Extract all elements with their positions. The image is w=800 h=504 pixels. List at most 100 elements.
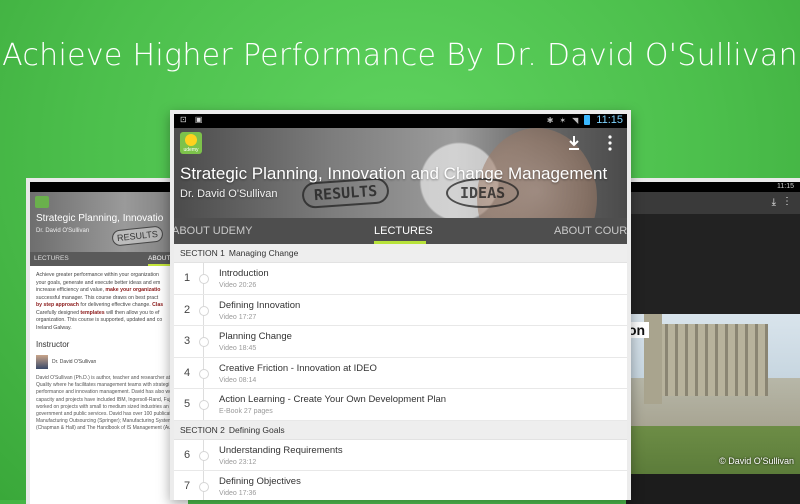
udemy-app-icon[interactable]: udemy [180, 132, 202, 154]
course-author: Dr. David O'Sullivan [180, 188, 278, 200]
tab-about-course[interactable]: ABOUT COURSE [554, 225, 627, 237]
vibrate-icon: ✶ [559, 115, 567, 125]
desc-line: increase efficiency and value, make your… [36, 287, 182, 295]
lecture-number: 3 [184, 335, 191, 347]
lecture-meta: Video 17:36 [219, 490, 257, 497]
lecture-meta: Video 17:27 [219, 313, 257, 321]
progress-dot-icon [199, 305, 209, 316]
desc-emphasis: by step approach [36, 302, 79, 308]
instructor-heading: Instructor [36, 340, 70, 349]
left-course-title: Strategic Planning, Innovatio [36, 213, 164, 224]
status-bar: ⊡ ▣ ✱ ✶ ◥ 11:15 [174, 114, 627, 128]
lecture-meta: Video 08:14 [219, 376, 257, 384]
desc-text: Carefully designed [36, 309, 79, 316]
section-number: SECTION 2 [180, 424, 225, 435]
progress-dot-icon [199, 368, 209, 379]
overflow-menu-icon[interactable] [607, 134, 613, 152]
instructor-row[interactable]: Dr. David O'Sullivan [36, 355, 182, 369]
section-title: Defining Goals [228, 424, 285, 435]
university-photo: on © David O'Sullivan [626, 314, 800, 474]
lecture-meta: Video 20:26 [219, 282, 257, 289]
lecture-list: SECTION 1 Managing Change 1 Introduction Vid… [174, 244, 627, 500]
instructor-bio: David O'Sullivan (Ph.D.) is author, teac… [36, 375, 182, 433]
desc-text: increase efficiency and value, [36, 287, 104, 293]
bio-line: Manufacturing Outsourcing (Springer); Ma… [36, 418, 173, 425]
lecture-number: 1 [184, 272, 191, 284]
progress-dot-icon [199, 337, 209, 347]
left-course-header: Strategic Planning, Innovatio Dr. David … [30, 192, 188, 252]
status-right: ✱ ✶ ◥ 11:15 [547, 114, 623, 126]
lecture-number: 2 [184, 303, 191, 316]
building-image [658, 324, 768, 396]
desc-emphasis: make your organizatio [105, 287, 161, 293]
left-tab-bar: LECTURES ABOUT C [30, 252, 188, 266]
right-tablet-preview: 11:15 ⤓ ⋮ on © David O'Sullivan [626, 178, 800, 504]
lecture-number: 7 [184, 480, 191, 492]
desc-line: your goals, generate and execute better … [36, 279, 161, 286]
desc-line: successful manager. This course draws on… [36, 294, 159, 301]
lecture-row[interactable]: 7 Defining Objectives Video 17:36 [174, 471, 627, 500]
lecture-row[interactable]: 1 Introduction Video 20:26 [174, 263, 627, 295]
lecture-title: Defining Innovation [219, 299, 301, 311]
desc-emphasis: templates [80, 309, 105, 316]
lecture-meta: Video 18:45 [219, 345, 257, 352]
lecture-meta: Video 23:12 [219, 458, 257, 466]
download-icon[interactable] [567, 134, 581, 152]
lecture-meta: E-Book 27 pages [219, 408, 273, 415]
progress-dot-icon [199, 482, 209, 492]
course-description: Achieve greater performance within your … [36, 272, 182, 332]
download-icon[interactable]: ⤓ [772, 197, 776, 208]
desc-line: Carefully designed templates will then a… [36, 310, 182, 318]
battery-icon [584, 115, 591, 125]
desc-text: will then allow you to ef [106, 309, 160, 316]
lecture-title: Introduction [219, 268, 269, 279]
bluetooth-icon: ✱ [546, 115, 554, 125]
bio-line: capacity and projects have included IBM,… [36, 396, 172, 403]
section-header: SECTION 2 Defining Goals [174, 420, 627, 440]
left-status-bar [30, 182, 188, 192]
lecture-title: Creative Friction - Innovation at IDEO [219, 362, 377, 374]
right-action-bar: ⤓ ⋮ [626, 192, 800, 214]
left-about-content: Achieve greater performance within your … [30, 266, 188, 504]
progress-dot-icon [199, 274, 209, 284]
notification-icons: ⊡ ▣ [180, 115, 206, 124]
lecture-row[interactable]: 6 Understanding Requirements Video 23:12 [174, 439, 627, 471]
main-tablet: ⊡ ▣ ✱ ✶ ◥ 11:15 RESULTS IDEAS udemy Stra… [170, 110, 631, 500]
instructor-name: Dr. David O'Sullivan [52, 359, 97, 365]
overflow-menu-icon[interactable]: ⋮ [782, 196, 792, 207]
right-status-bar: 11:15 [626, 182, 800, 192]
left-tab-lectures[interactable]: LECTURES [34, 255, 69, 262]
course-header: RESULTS IDEAS udemy Strategic Planning, … [174, 128, 627, 218]
lecture-title: Planning Change [219, 331, 292, 342]
bio-line: government and public services. David ha… [36, 411, 171, 418]
lecture-row[interactable]: 3 Planning Change Video 18:45 [174, 326, 627, 358]
tab-lectures[interactable]: LECTURES [374, 225, 433, 237]
lecture-number: 4 [184, 366, 191, 379]
bio-line: performance and innovation management. D… [36, 389, 172, 396]
desc-line: organization. This course is supported, … [36, 317, 163, 323]
app-logo-icon [35, 196, 49, 208]
instructor-avatar [36, 355, 48, 369]
lecture-row[interactable]: 2 Defining Innovation Video 17:27 [174, 294, 627, 326]
bio-line: Quality where he facilitates management … [36, 382, 170, 389]
lecture-row[interactable]: 5 Action Learning - Create Your Own Devel… [174, 389, 627, 421]
tab-bar: ABOUT UDEMY LECTURES ABOUT COURSE [174, 218, 627, 244]
desc-text: for delivering effective change. [80, 302, 151, 308]
desc-emphasis: Clas [152, 302, 164, 308]
desc-line: Achieve greater performance within your … [36, 272, 159, 278]
lecture-number: 6 [184, 448, 191, 461]
clock: 11:15 [596, 114, 623, 126]
lecture-title: Understanding Requirements [219, 444, 343, 456]
wifi-icon: ◥ [572, 115, 579, 125]
left-course-author: Dr. David O'Sullivan [36, 228, 90, 234]
tab-about-udemy[interactable]: ABOUT UDEMY [174, 225, 252, 237]
left-results-sketch: RESULTS [111, 225, 164, 247]
bio-line: (Chapman & Hall) and The Handbook of IS … [36, 425, 171, 432]
desc-line: Ireland Galway. [36, 324, 72, 331]
app-icon-label: udemy [183, 147, 199, 153]
lecture-row[interactable]: 4 Creative Friction - Innovation at IDEO V… [174, 357, 627, 389]
photo-credit: © David O'Sullivan [719, 456, 794, 466]
active-tab-indicator [374, 241, 426, 244]
progress-dot-icon [199, 400, 209, 410]
bio-line: David O'Sullivan (Ph.D.) is author, teac… [36, 375, 173, 381]
